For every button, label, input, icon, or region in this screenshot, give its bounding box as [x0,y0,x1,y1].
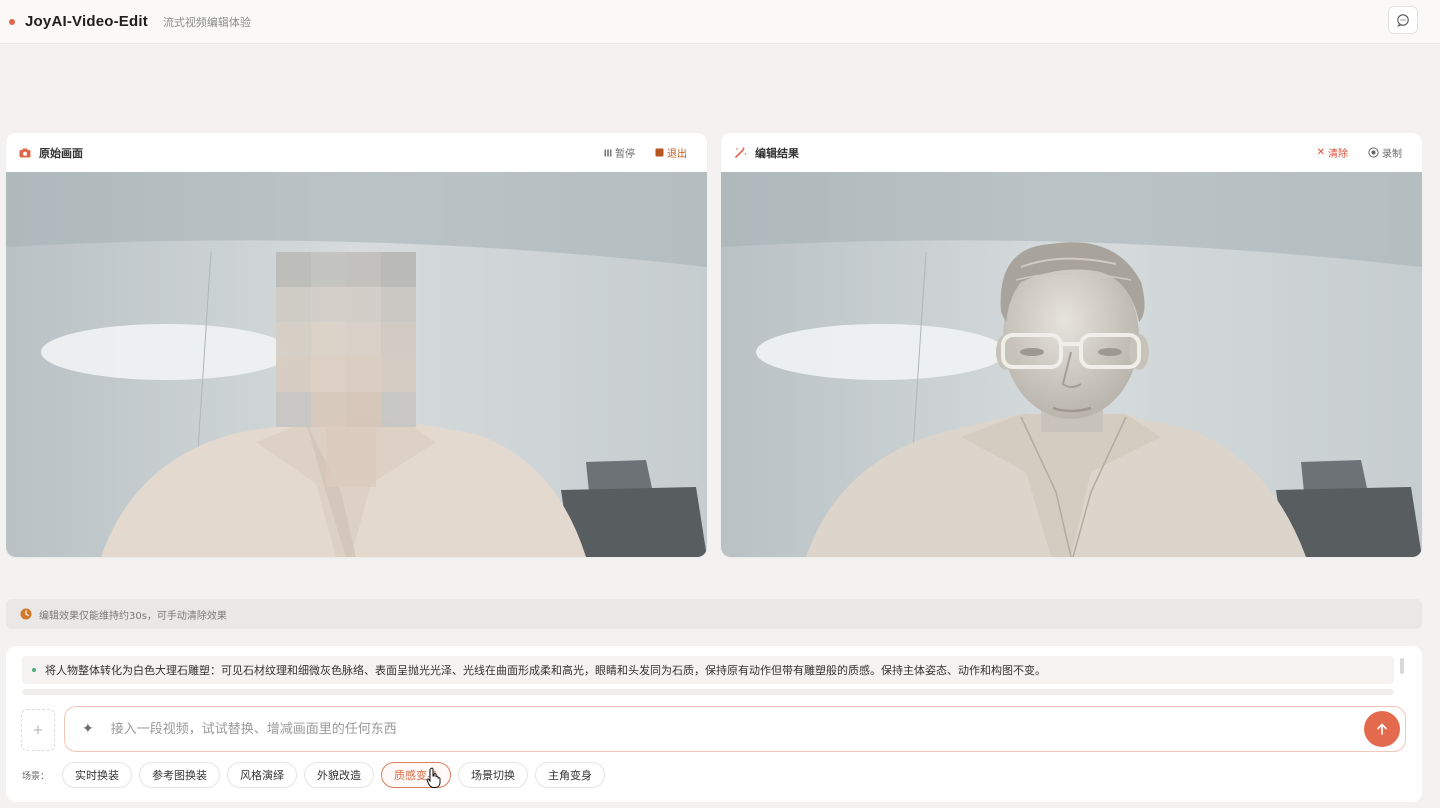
exit-button[interactable]: 退出 [655,145,687,160]
prompt-input-box[interactable]: ✦ [64,706,1406,752]
notice-bar: 编辑效果仅能维持约30s，可手动清除效果 [6,599,1422,629]
prompt-history-text: 将人物整体转化为白色大理石雕塑：可见石材纹理和细微灰色脉络、表面呈抛光光泽、光线… [45,664,1046,677]
status-dot [9,18,15,25]
panel-title: 原始画面 [39,146,83,160]
app-title: JoyAI-Video-Edit [25,13,148,30]
scene-chip[interactable]: 风格演绎 [227,762,298,788]
hand-cursor-icon [426,767,441,788]
arrow-up-icon [1377,723,1387,735]
record-icon [1368,147,1379,158]
record-label: 录制 [1382,149,1402,160]
scene-chip[interactable]: 外貌改造 [304,762,375,788]
plus-icon: + [32,722,44,738]
composer-card: 将人物整体转化为白色大理石雕塑：可见石材纹理和细微灰色脉络、表面呈抛光光泽、光线… [6,646,1422,802]
sparkle-icon: ✦ [82,721,94,737]
send-button[interactable] [1364,711,1400,747]
scrollbar[interactable] [1400,658,1404,674]
scene-label: 场景： [22,771,50,782]
scene-chip[interactable]: 参考图换装 [139,762,221,788]
bullet-icon [32,668,36,672]
panel-actions: ✕ 清除 录制 [1317,133,1402,172]
clear-label: 清除 [1328,149,1348,160]
pause-icon [604,149,612,156]
feedback-button[interactable] [1388,6,1418,34]
original-video-panel: 原始画面 暂停 退出 [6,133,707,557]
stop-icon [655,148,664,157]
notice-text: 编辑效果仅能维持约30s，可手动清除效果 [39,610,227,622]
magic-wand-icon [735,146,747,158]
clock-icon [20,608,32,620]
clear-button[interactable]: ✕ 清除 [1317,145,1348,160]
scene-chips: 场景： 实时换装 参考图换装 风格演绎 外貌改造 质感变身 场景切换 主角变身 [22,762,612,788]
app-subtitle: 流式视频编辑体验 [162,15,251,29]
result-video-feed [721,172,1422,557]
chat-bubble-icon [1397,14,1409,27]
pause-label: 暂停 [615,149,635,160]
close-icon: ✕ [1316,147,1325,158]
result-video-panel: 编辑结果 ✕ 清除 录制 [721,133,1422,557]
panel-header: 编辑结果 ✕ 清除 录制 [721,133,1422,172]
panel-actions: 暂停 退出 [604,133,687,172]
prompt-history-item[interactable]: 将人物整体转化为白色大理石雕塑：可见石材纹理和细微灰色脉络、表面呈抛光光泽、光线… [22,656,1394,684]
camera-icon [19,148,31,157]
prompt-history-next [22,689,1394,695]
original-video-feed [6,172,707,557]
scene-chip[interactable]: 实时换装 [62,762,133,788]
pause-button[interactable]: 暂停 [604,145,635,160]
upload-button[interactable]: + [21,709,55,751]
scene-chip[interactable]: 主角变身 [535,762,606,788]
exit-label: 退出 [667,149,687,160]
prompt-input[interactable] [110,721,1311,737]
panel-title: 编辑结果 [755,146,799,160]
panel-header: 原始画面 暂停 退出 [6,133,707,172]
app-header: JoyAI-Video-Edit 流式视频编辑体验 [0,0,1440,44]
scene-chip[interactable]: 场景切换 [458,762,529,788]
record-button[interactable]: 录制 [1368,145,1402,160]
